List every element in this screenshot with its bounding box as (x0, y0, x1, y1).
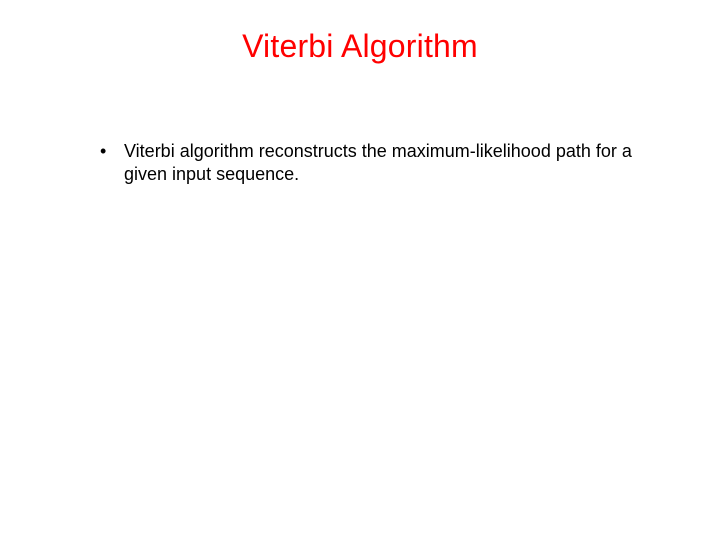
list-item: Viterbi algorithm reconstructs the maxim… (92, 140, 660, 185)
slide-title: Viterbi Algorithm (0, 28, 720, 65)
bullet-list: Viterbi algorithm reconstructs the maxim… (92, 140, 660, 185)
slide: Viterbi Algorithm Viterbi algorithm reco… (0, 0, 720, 540)
slide-body: Viterbi algorithm reconstructs the maxim… (92, 140, 660, 185)
bullet-text: Viterbi algorithm reconstructs the maxim… (124, 141, 632, 184)
